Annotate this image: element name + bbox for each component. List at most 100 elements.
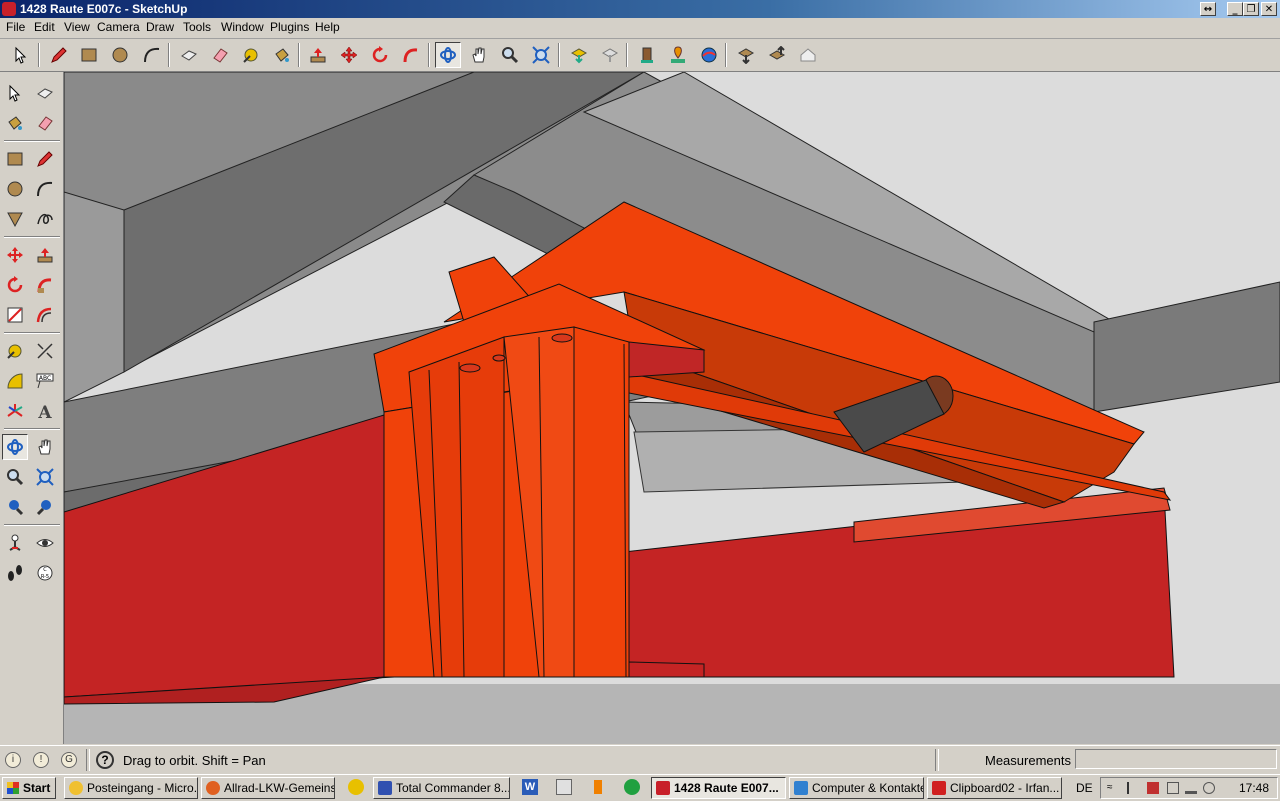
- taskbar-item-firefox[interactable]: Allrad-LKW-Gemeins...: [201, 777, 335, 799]
- taskbar-item-outlook[interactable]: Posteingang - Micro...: [64, 777, 198, 799]
- dimension-tool-button[interactable]: [32, 338, 58, 364]
- pencil-tool-button[interactable]: [46, 42, 72, 68]
- restore-layout-icon[interactable]: ↔: [1200, 2, 1216, 16]
- follow-me-button[interactable]: [398, 42, 424, 68]
- language-indicator[interactable]: DE: [1076, 781, 1093, 795]
- start-button[interactable]: Start: [2, 777, 56, 799]
- maximize-button[interactable]: ❐: [1243, 2, 1259, 16]
- zoom-tool-button[interactable]: [497, 42, 523, 68]
- pan-tool-button[interactable]: [32, 434, 58, 460]
- rectangle-tool-button[interactable]: [76, 42, 102, 68]
- freehand-tool-button[interactable]: [32, 206, 58, 232]
- toggle-terrain-button[interactable]: [696, 42, 722, 68]
- user-account-icon[interactable]: G: [61, 752, 77, 768]
- credits-icon[interactable]: !: [33, 752, 49, 768]
- rotate-tool-button[interactable]: [2, 272, 28, 298]
- circle-tool-button[interactable]: [107, 42, 133, 68]
- word-icon[interactable]: W: [522, 779, 538, 795]
- rotate-tool-button[interactable]: [367, 42, 393, 68]
- make-component-button[interactable]: [176, 42, 202, 68]
- security-icon[interactable]: [1147, 782, 1159, 794]
- green-app-icon[interactable]: [624, 779, 640, 795]
- walk-tool-button[interactable]: [2, 560, 28, 586]
- get-photo-texture-button[interactable]: [733, 42, 759, 68]
- eraser-tool-button[interactable]: [207, 42, 233, 68]
- tape-measure-button[interactable]: [238, 42, 264, 68]
- polygon-tool-button[interactable]: [2, 206, 28, 232]
- title-bar[interactable]: 1428 Raute E007c - SketchUp ↔ _ ❐ ✕: [0, 0, 1280, 18]
- paint-bucket-button[interactable]: [269, 42, 295, 68]
- zoom-window-button[interactable]: [32, 464, 58, 490]
- move-tool-button[interactable]: [2, 242, 28, 268]
- taskbar-item-irfanview[interactable]: Clipboard02 - Irfan...: [927, 777, 1062, 799]
- menu-draw[interactable]: Draw: [146, 20, 174, 34]
- add-location-button[interactable]: [665, 42, 691, 68]
- text-tool-button[interactable]: ABC: [32, 368, 58, 394]
- measurements-input[interactable]: [1075, 749, 1277, 769]
- circle-tool-button[interactable]: [2, 176, 28, 202]
- vlc-icon[interactable]: [590, 779, 606, 795]
- menu-camera[interactable]: Camera: [97, 20, 140, 34]
- menu-edit[interactable]: Edit: [34, 20, 55, 34]
- menu-tools[interactable]: Tools: [183, 20, 211, 34]
- select-tool-button[interactable]: [8, 42, 34, 68]
- clock[interactable]: 17:48: [1239, 781, 1269, 795]
- model-canvas[interactable]: [64, 72, 1280, 744]
- section-plane-button[interactable]: C R-5: [32, 560, 58, 586]
- 3d-text-button[interactable]: A: [32, 398, 58, 424]
- google-earth-button[interactable]: [634, 42, 660, 68]
- paint-bucket-button[interactable]: [2, 110, 28, 136]
- get-models-button[interactable]: [566, 42, 592, 68]
- offset-tool-button[interactable]: [32, 302, 58, 328]
- model-viewport[interactable]: [64, 72, 1280, 744]
- select-tool-button[interactable]: [2, 80, 28, 106]
- pencil-tool-button[interactable]: [32, 146, 58, 172]
- geo-location-icon[interactable]: i: [5, 752, 21, 768]
- warehouse-button[interactable]: [795, 42, 821, 68]
- calculator-icon[interactable]: [556, 779, 572, 795]
- upload-component-button[interactable]: [764, 42, 790, 68]
- orbit-tool-button[interactable]: [2, 434, 28, 460]
- close-button[interactable]: ✕: [1261, 2, 1277, 16]
- eraser-tool-button[interactable]: [32, 110, 58, 136]
- arc-tool-button[interactable]: [139, 42, 165, 68]
- tape-measure-button[interactable]: [2, 338, 28, 364]
- minimize-button[interactable]: _: [1227, 2, 1243, 16]
- protractor-tool-button[interactable]: [2, 368, 28, 394]
- look-around-button[interactable]: [32, 530, 58, 556]
- taskbar-item-total-commander[interactable]: Total Commander 8....: [373, 777, 510, 799]
- push-pull-button[interactable]: [305, 42, 331, 68]
- make-component-button[interactable]: [32, 80, 58, 106]
- task-label: Computer & Kontakte: [812, 781, 924, 795]
- move-tool-button[interactable]: [336, 42, 362, 68]
- flag-icon[interactable]: [1127, 782, 1141, 794]
- previous-view-button[interactable]: [2, 494, 28, 520]
- push-pull-button[interactable]: [32, 242, 58, 268]
- sketchup-app-icon[interactable]: [2, 2, 16, 16]
- zoom-extents-button[interactable]: [528, 42, 554, 68]
- help-icon[interactable]: ?: [96, 751, 114, 769]
- scale-tool-button[interactable]: [2, 302, 28, 328]
- zoom-tool-button[interactable]: [2, 464, 28, 490]
- orbit-tool-button[interactable]: [435, 42, 461, 68]
- volume-icon[interactable]: [1203, 782, 1215, 794]
- rectangle-tool-button[interactable]: [2, 146, 28, 172]
- axes-tool-button[interactable]: [2, 398, 28, 424]
- arc-tool-button[interactable]: [32, 176, 58, 202]
- menu-help[interactable]: Help: [315, 20, 340, 34]
- network-icon[interactable]: [1185, 782, 1197, 794]
- position-camera-button[interactable]: [2, 530, 28, 556]
- menu-plugins[interactable]: Plugins: [270, 20, 309, 34]
- taskbar-item-sketchup[interactable]: 1428 Raute E007...: [651, 777, 786, 799]
- menu-window[interactable]: Window: [221, 20, 264, 34]
- quicklaunch-icon[interactable]: [348, 779, 364, 795]
- next-view-button[interactable]: [32, 494, 58, 520]
- menu-file[interactable]: File: [6, 20, 25, 34]
- menu-view[interactable]: View: [64, 20, 90, 34]
- share-model-button[interactable]: [597, 42, 623, 68]
- taskbar-item-contacts[interactable]: Computer & Kontakte: [789, 777, 924, 799]
- battery-icon[interactable]: [1167, 782, 1179, 794]
- follow-me-button[interactable]: [32, 272, 58, 298]
- pan-tool-button[interactable]: [466, 42, 492, 68]
- chevron-up-icon[interactable]: ≈: [1107, 782, 1119, 794]
